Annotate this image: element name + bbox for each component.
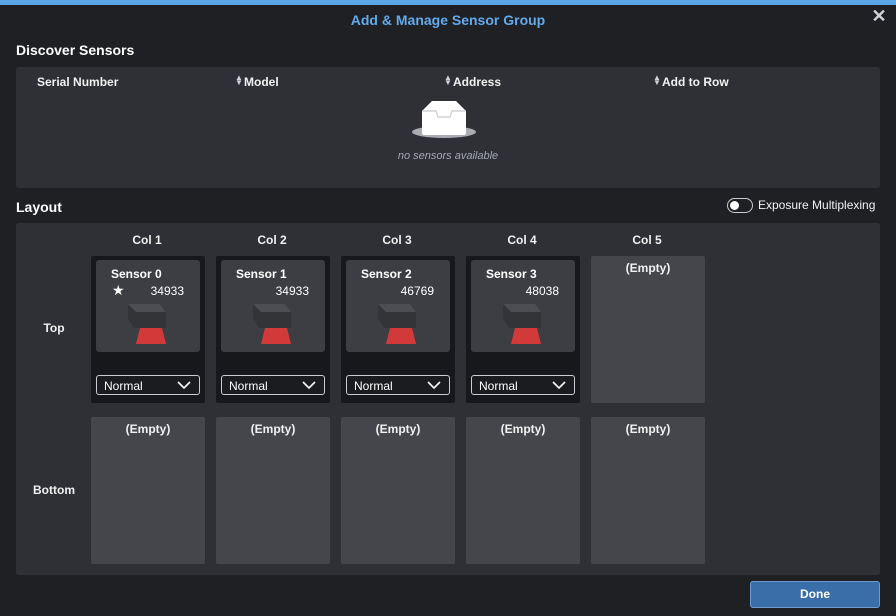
toggle-switch[interactable] bbox=[727, 197, 753, 213]
layout-cell-top-col-4[interactable]: Sensor 3 48038 Normal bbox=[466, 256, 580, 403]
exposure-multiplexing-label: Exposure Multiplexing bbox=[758, 198, 876, 212]
sensor-serial: 48038 bbox=[525, 284, 559, 298]
column-header-col-5: Col 5 bbox=[632, 233, 662, 247]
empty-slot-label: (Empty) bbox=[625, 422, 671, 436]
empty-slot-label: (Empty) bbox=[625, 261, 671, 275]
empty-slot-label: (Empty) bbox=[375, 422, 421, 436]
layout-cell-bottom-col-5[interactable]: (Empty) bbox=[591, 417, 705, 564]
column-header-add-to-row[interactable]: ▲ ▼Add to Row bbox=[653, 73, 729, 90]
done-button[interactable]: Done bbox=[750, 581, 880, 608]
layout-cell-top-col-1[interactable]: Sensor 0 ★ 34933 Normal bbox=[91, 256, 205, 403]
sensor-name: Sensor 2 bbox=[361, 267, 412, 281]
sensor-icon bbox=[253, 304, 291, 344]
column-header-model[interactable]: ▲ ▼Model bbox=[235, 73, 279, 90]
sensor-serial: 34933 bbox=[275, 284, 309, 298]
dialog-title: Add & Manage Sensor Group bbox=[350, 12, 546, 28]
sort-icon: ▲ ▼ bbox=[653, 73, 661, 87]
sensor-serial: 34933 bbox=[150, 284, 184, 298]
exposure-multiplexing-toggle[interactable]: Exposure Multiplexing bbox=[727, 197, 875, 213]
column-header-col-3: Col 3 bbox=[382, 233, 412, 247]
mode-select[interactable]: Normal bbox=[346, 375, 450, 395]
sensor-icon bbox=[378, 304, 416, 344]
empty-slot-label: (Empty) bbox=[125, 422, 171, 436]
row-header-top: Top bbox=[43, 321, 65, 335]
sensor-card[interactable]: Sensor 2 46769 bbox=[346, 260, 450, 352]
mode-select-value: Normal bbox=[229, 379, 268, 393]
column-header-col-1: Col 1 bbox=[132, 233, 162, 247]
sensor-icon bbox=[128, 304, 166, 344]
layout-heading: Layout bbox=[16, 199, 62, 215]
sensor-name: Sensor 1 bbox=[236, 267, 287, 281]
sensor-serial: 46769 bbox=[400, 284, 434, 298]
empty-tray-icon bbox=[412, 101, 476, 138]
chevron-down-icon bbox=[177, 381, 191, 390]
mode-select-value: Normal bbox=[104, 379, 143, 393]
layout-cell-top-col-2[interactable]: Sensor 1 34933 Normal bbox=[216, 256, 330, 403]
mode-select-value: Normal bbox=[354, 379, 393, 393]
layout-cell-bottom-col-2[interactable]: (Empty) bbox=[216, 417, 330, 564]
sensor-icon bbox=[503, 304, 541, 344]
layout-cell-bottom-col-4[interactable]: (Empty) bbox=[466, 417, 580, 564]
sensor-card[interactable]: Sensor 1 34933 bbox=[221, 260, 325, 352]
mode-select[interactable]: Normal bbox=[471, 375, 575, 395]
column-header-col-2: Col 2 bbox=[257, 233, 287, 247]
sort-icon: ▲ ▼ bbox=[444, 73, 452, 87]
empty-slot-label: (Empty) bbox=[250, 422, 296, 436]
mode-select-value: Normal bbox=[479, 379, 518, 393]
chevron-down-icon bbox=[427, 381, 441, 390]
no-sensors-message: no sensors available bbox=[397, 150, 499, 162]
column-header-address[interactable]: ▲ ▼Address bbox=[444, 73, 501, 90]
mode-select[interactable]: Normal bbox=[221, 375, 325, 395]
layout-cell-top-col-3[interactable]: Sensor 2 46769 Normal bbox=[341, 256, 455, 403]
chevron-down-icon bbox=[552, 381, 566, 390]
discover-sensors-heading: Discover Sensors bbox=[16, 42, 135, 58]
empty-slot-label: (Empty) bbox=[500, 422, 546, 436]
sensor-card[interactable]: Sensor 0 ★ 34933 bbox=[96, 260, 200, 352]
sensor-name: Sensor 3 bbox=[486, 267, 537, 281]
layout-cell-top-col-5[interactable]: (Empty) bbox=[591, 256, 705, 403]
sensor-name: Sensor 0 bbox=[111, 267, 162, 281]
mode-select[interactable]: Normal bbox=[96, 375, 200, 395]
layout-cell-bottom-col-3[interactable]: (Empty) bbox=[341, 417, 455, 564]
dialog-top-accent-bar bbox=[0, 0, 896, 5]
row-header-bottom: Bottom bbox=[33, 483, 75, 497]
column-header-serial-number[interactable]: Serial Number bbox=[37, 75, 118, 89]
column-header-col-4: Col 4 bbox=[507, 233, 537, 247]
sort-icon: ▲ ▼ bbox=[235, 73, 243, 87]
chevron-down-icon bbox=[302, 381, 316, 390]
close-icon[interactable]: ✕ bbox=[871, 7, 887, 25]
sensor-card[interactable]: Sensor 3 48038 bbox=[471, 260, 575, 352]
layout-cell-bottom-col-1[interactable]: (Empty) bbox=[91, 417, 205, 564]
